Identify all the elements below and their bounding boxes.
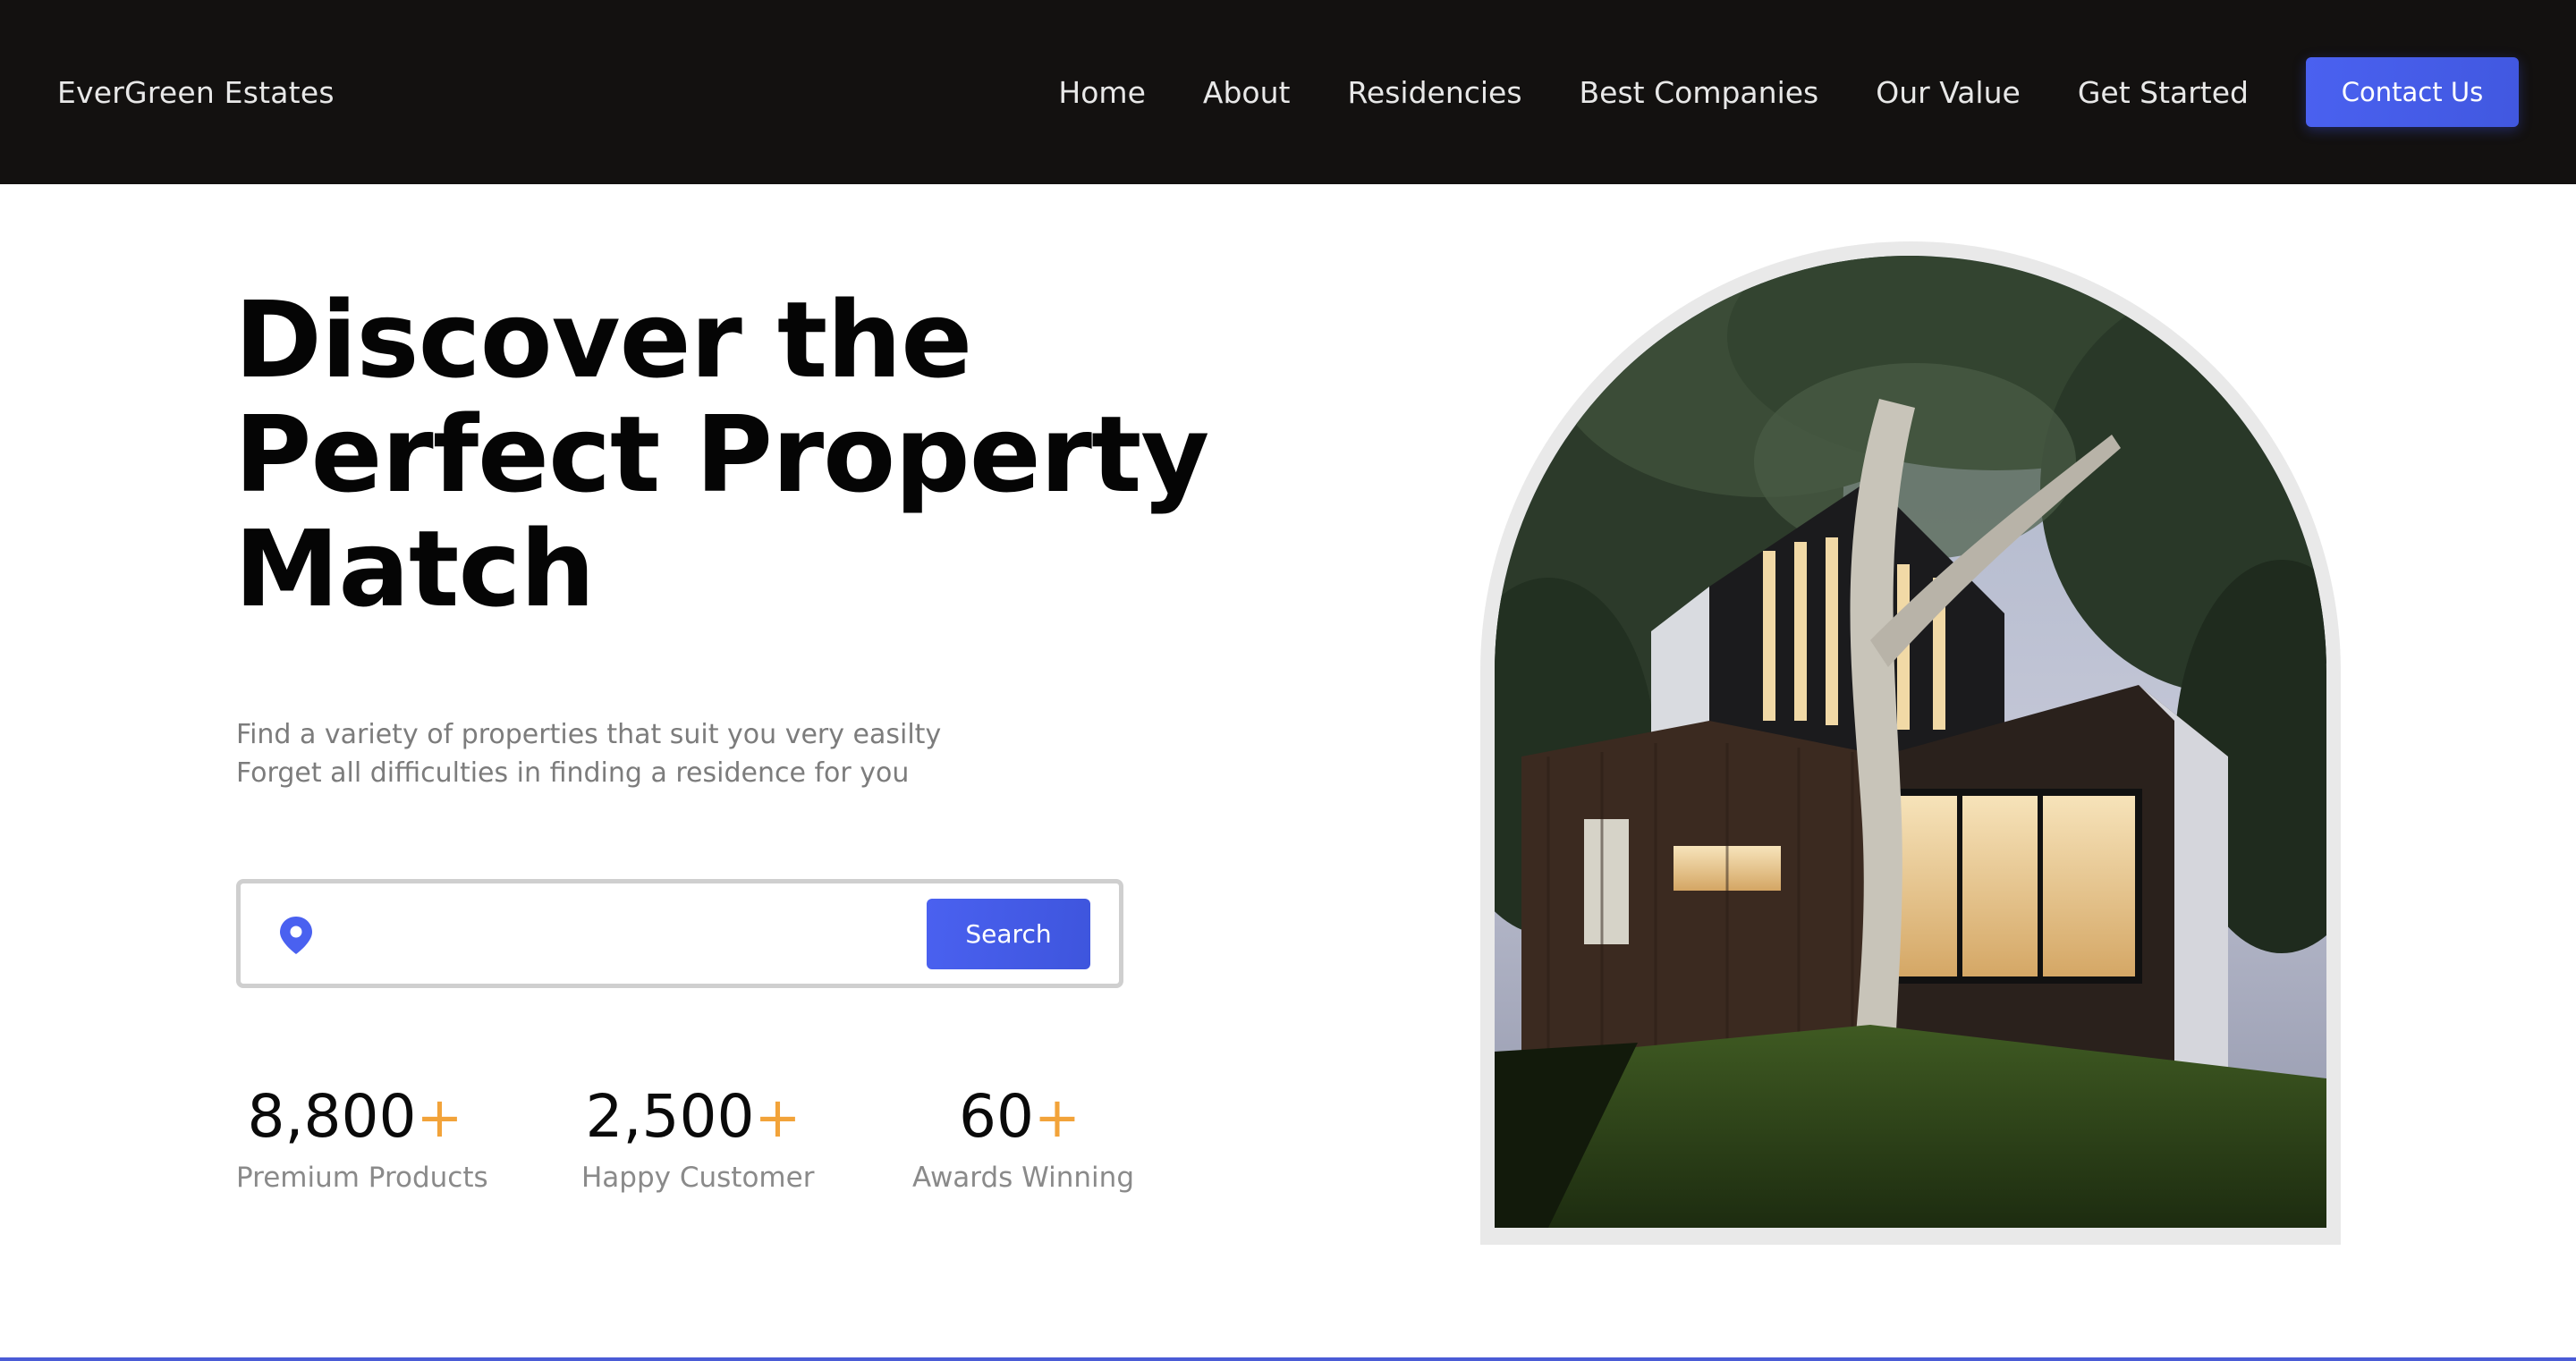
hero-house-image xyxy=(1495,256,2326,1228)
hero-title-line-3: Match xyxy=(234,507,595,630)
stat-label: Awards Winning xyxy=(912,1162,1134,1194)
section-divider-line xyxy=(0,1357,2576,1361)
hero-subtitle-line-2: Forget all difficulties in finding a res… xyxy=(236,757,910,789)
stat-happy-customer: 2,500+ Happy Customer xyxy=(581,1085,815,1195)
stat-label: Happy Customer xyxy=(581,1162,815,1194)
house-illustration xyxy=(1495,256,2326,1228)
stat-premium-products: 8,800+ Premium Products xyxy=(236,1085,488,1195)
stat-value: 60 xyxy=(959,1082,1035,1151)
search-bar: Search xyxy=(236,879,1123,988)
hero-subtitle-line-1: Find a variety of properties that suit y… xyxy=(236,719,942,750)
stat-plus: + xyxy=(754,1085,801,1150)
location-pin-icon xyxy=(280,917,312,954)
stat-plus: + xyxy=(416,1085,463,1150)
hero-subtitle: Find a variety of properties that suit y… xyxy=(236,715,941,792)
hero-title-line-1: Discover the xyxy=(234,278,972,402)
contact-us-button[interactable]: Contact Us xyxy=(2306,57,2519,127)
stat-plus: + xyxy=(1034,1085,1080,1150)
stat-value: 8,800 xyxy=(247,1082,417,1151)
hero-title-line-2: Perfect Property xyxy=(234,393,1209,516)
nav-link-our-value[interactable]: Our Value xyxy=(1876,75,2021,110)
brand-logo-text[interactable]: EverGreen Estates xyxy=(57,75,335,110)
nav-right: Home About Residencies Best Companies Ou… xyxy=(1058,57,2519,127)
stat-label: Premium Products xyxy=(236,1162,488,1194)
location-search-input[interactable] xyxy=(339,901,885,966)
top-navbar: EverGreen Estates Home About Residencies… xyxy=(0,0,2576,184)
hero-title: Discover the Perfect Property Match xyxy=(234,283,1218,626)
nav-link-about[interactable]: About xyxy=(1203,75,1291,110)
nav-link-get-started[interactable]: Get Started xyxy=(2078,75,2249,110)
nav-link-residencies[interactable]: Residencies xyxy=(1347,75,1521,110)
stat-awards-winning: 60+ Awards Winning xyxy=(912,1085,1134,1195)
nav-link-home[interactable]: Home xyxy=(1058,75,1145,110)
nav-links: Home About Residencies Best Companies Ou… xyxy=(1058,75,2249,110)
nav-link-best-companies[interactable]: Best Companies xyxy=(1580,75,1819,110)
stat-value: 2,500 xyxy=(585,1082,755,1151)
search-button[interactable]: Search xyxy=(927,899,1090,969)
